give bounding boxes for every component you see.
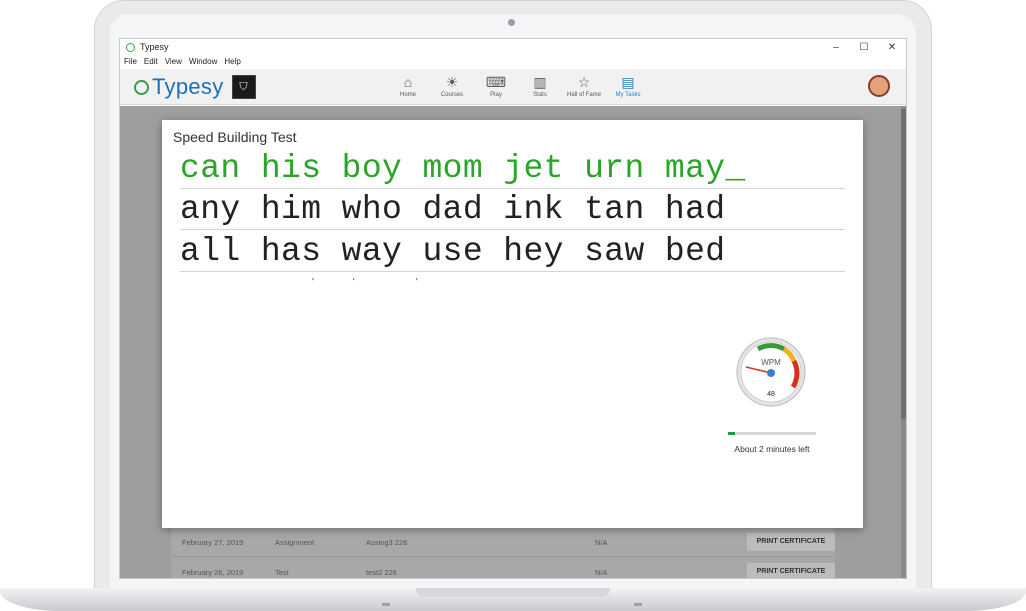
- menu-bar: File Edit View Window Help: [120, 55, 906, 68]
- nav-label: Stats: [533, 92, 547, 98]
- speed-test-dialog: Speed Building Test can his boy mom jet …: [162, 120, 863, 528]
- laptop-notch: [416, 588, 610, 597]
- minimize-button[interactable]: –: [822, 42, 850, 53]
- main-nav: ⌂ Home ☀ Courses ⌨ Play ▥ Stats ☆ Hall o…: [386, 73, 650, 98]
- nav-hall-of-fame[interactable]: ☆ Hall of Fame: [562, 73, 606, 98]
- clipboard-icon: ▤: [621, 74, 635, 90]
- app-header: Typesy ⛉ ⌂ Home ☀ Courses ⌨ Play ▥ Stats…: [120, 69, 906, 105]
- dialog-title: Speed Building Test: [173, 129, 297, 145]
- row-type: Assignment: [275, 538, 315, 547]
- text-line: all has way use hey saw bed: [180, 231, 845, 272]
- typed-line: can his boy mom jet urn may_: [180, 148, 845, 189]
- print-certificate-button[interactable]: PRINT CERTIFICATE: [747, 563, 835, 578]
- time-remaining: About 2 minutes left: [734, 444, 810, 454]
- table-row: February 26, 2019 Test test2 226 N/A PRI…: [171, 556, 835, 578]
- title-bar: Typesy – ☐ ✕: [120, 39, 906, 55]
- row-date: February 26, 2019: [182, 568, 244, 577]
- close-button[interactable]: ✕: [878, 42, 906, 53]
- laptop-foot: [382, 603, 390, 606]
- row-date: February 27, 2019: [182, 538, 244, 547]
- nav-label: Courses: [440, 92, 464, 98]
- menu-file[interactable]: File: [124, 57, 137, 66]
- menu-window[interactable]: Window: [189, 57, 217, 66]
- nav-label: Home: [399, 92, 416, 98]
- nav-home[interactable]: ⌂ Home: [386, 73, 430, 98]
- gauge-label: WPM: [761, 358, 781, 367]
- menu-edit[interactable]: Edit: [144, 57, 158, 66]
- logo-text: Typesy: [152, 74, 224, 99]
- print-certificate-button[interactable]: PRINT CERTIFICATE: [747, 533, 835, 551]
- maximize-button[interactable]: ☐: [850, 42, 878, 53]
- laptop-foot: [634, 603, 642, 606]
- nav-stats[interactable]: ▥ Stats: [518, 73, 562, 98]
- avatar[interactable]: [868, 75, 890, 97]
- text-line: any him who dad ink tan had: [180, 189, 845, 230]
- scrollbar-thumb[interactable]: [901, 109, 906, 419]
- row-type: Test: [275, 568, 289, 577]
- nav-label: Play: [490, 92, 502, 98]
- app-icon: [126, 42, 135, 52]
- table-row: February 27, 2019 Assignment Assing3 226…: [171, 526, 835, 556]
- menu-help[interactable]: Help: [224, 57, 240, 66]
- time-progress-bar: [728, 432, 816, 435]
- typesy-logo[interactable]: Typesy ⛉: [134, 74, 256, 100]
- camera-icon: [508, 19, 515, 26]
- window-title: Typesy: [140, 42, 169, 52]
- row-name: Assing3 226: [366, 538, 408, 547]
- star-icon: ☆: [577, 74, 591, 90]
- nav-label: My Tasks: [615, 92, 641, 98]
- row-score: N/A: [595, 538, 608, 547]
- logo-icon: [134, 79, 149, 95]
- keyboard-icon: ⌨: [485, 74, 507, 90]
- nav-play[interactable]: ⌨ Play: [474, 73, 518, 98]
- row-score: N/A: [595, 568, 608, 577]
- chart-icon: ▥: [533, 74, 547, 90]
- nav-label: Hall of Fame: [566, 92, 601, 98]
- tasks-table: February 27, 2019 Assignment Assing3 226…: [171, 526, 835, 578]
- row-name: test2 226: [366, 568, 397, 577]
- home-icon: ⌂: [403, 74, 413, 90]
- nav-courses[interactable]: ☀ Courses: [430, 73, 474, 98]
- next-line-preview: ' ' ': [312, 277, 418, 288]
- progress-fill: [728, 432, 736, 435]
- nav-my-tasks[interactable]: ▤ My Tasks: [606, 73, 650, 98]
- wpm-gauge: WPM 48: [736, 337, 806, 407]
- lightbulb-icon: ☀: [445, 74, 459, 90]
- gauge-value: 48: [767, 391, 775, 398]
- window-controls: – ☐ ✕: [822, 42, 906, 53]
- shield-icon: ⛉: [231, 75, 256, 99]
- menu-view[interactable]: View: [165, 57, 182, 66]
